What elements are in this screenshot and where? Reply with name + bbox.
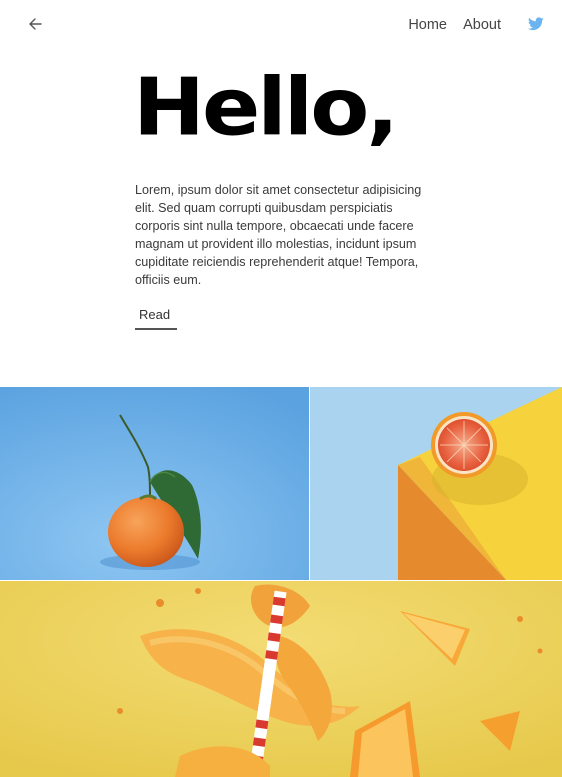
orange-peel-photo	[0, 581, 562, 777]
hero-title: Hello,	[133, 62, 399, 154]
arrow-left-icon[interactable]	[26, 14, 46, 34]
top-bar: Home About	[0, 0, 562, 50]
grapefruit-photo	[310, 387, 562, 580]
twitter-icon[interactable]	[528, 17, 544, 31]
nav-about-link[interactable]: About	[463, 14, 501, 36]
read-button[interactable]: Read	[135, 306, 177, 330]
main-nav: Home About	[362, 14, 562, 36]
nav-home-link[interactable]: Home	[408, 14, 447, 36]
tangerine-photo	[0, 387, 309, 580]
hero-text: Lorem, ipsum dolor sit amet consectetur …	[135, 183, 422, 287]
